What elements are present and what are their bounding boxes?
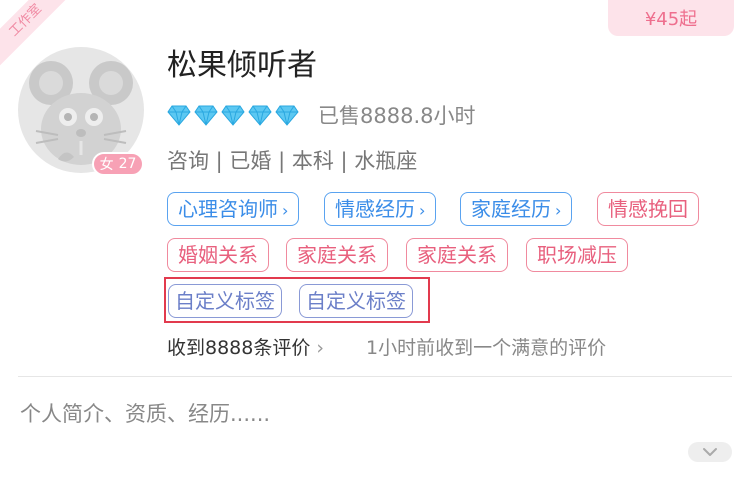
tag-workplace-stress[interactable]: 职场减压 <box>526 238 628 272</box>
reviews-link[interactable]: 收到8888条评价 › <box>167 332 324 364</box>
tag-marriage[interactable]: 婚姻关系 <box>167 238 269 272</box>
tag-family-relations-2[interactable]: 家庭关系 <box>406 238 508 272</box>
diamond-icon <box>167 105 191 126</box>
chevron-right-icon: › <box>419 201 426 220</box>
tag-label: 心理咨询师 <box>178 197 278 221</box>
profile-meta: 咨询 | 已婚 | 本科 | 水瓶座 <box>167 149 418 173</box>
tag-family-experience[interactable]: 家庭经历 › <box>460 192 573 226</box>
diamond-icon <box>221 105 245 126</box>
tag-label: 家庭经历 <box>471 197 551 221</box>
tag-emotional-experience[interactable]: 情感经历 › <box>324 192 437 226</box>
age-value: 27 <box>118 156 137 172</box>
tag-relationship-recovery[interactable]: 情感挽回 <box>597 192 699 226</box>
intro-text: 个人简介、资质、经历...... <box>20 402 271 426</box>
tag-label: 情感经历 <box>335 197 415 221</box>
chevron-right-icon: › <box>316 337 324 359</box>
price-badge[interactable]: ¥45起 <box>608 0 734 36</box>
chevron-right-icon: › <box>282 201 289 220</box>
tag-psychological-counselor[interactable]: 心理咨询师 › <box>167 192 300 226</box>
gender-age-badge: 女 27 <box>92 152 144 176</box>
expand-button[interactable] <box>688 442 732 462</box>
divider <box>18 376 732 377</box>
tag-custom-1[interactable]: 自定义标签 <box>168 284 282 318</box>
diamond-icon <box>194 105 218 126</box>
reviews-count: 收到8888条评价 <box>167 337 311 359</box>
chevron-right-icon: › <box>555 201 562 220</box>
chevron-down-icon <box>703 448 717 456</box>
recent-review: 1小时前收到一个满意的评价 <box>366 337 607 359</box>
tag-family-relations[interactable]: 家庭关系 <box>286 238 388 272</box>
diamond-rating <box>167 104 299 126</box>
female-gender-icon: 女 <box>99 157 114 173</box>
sold-hours: 已售8888.8小时 <box>318 104 476 128</box>
tag-custom-2[interactable]: 自定义标签 <box>299 284 413 318</box>
diamond-icon <box>275 105 299 126</box>
counselor-name: 松果倾听者 <box>167 48 317 83</box>
diamond-icon <box>248 105 272 126</box>
